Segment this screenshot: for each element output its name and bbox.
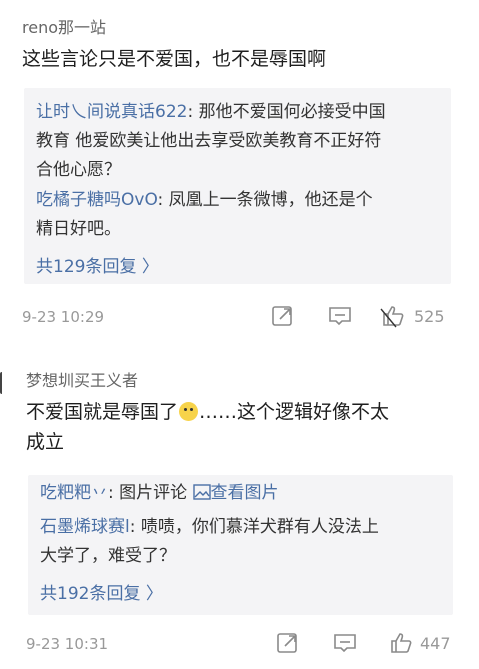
forward-icon[interactable] [270,303,296,329]
reply-item[interactable]: 让时乀间说真话622: 那他不爱国何必接受中国 教育 他爱欧美让他出去享受欧美教… [36,98,446,185]
reply-text: 啧啧，你们慕洋犬群有人没法上 [140,517,379,537]
reply-text: 凤凰上一条微博，他还是个 [168,190,373,210]
more-replies-link[interactable]: 共129条回复 〉 [36,252,159,277]
like-icon[interactable] [388,630,414,656]
reply-username[interactable]: 让时乀间说真话622 [36,102,187,122]
reply-username[interactable]: 吃粑粑丷 [40,483,108,503]
comment-text-part: ……这个逻辑好像不太 [199,401,390,423]
comment-username[interactable]: 梦想圳买王义者 [26,367,138,391]
comment-text: 这些言论只是不爱国，也不是辱国啊 [22,48,327,70]
reply-box: 让时乀间说真话622: 那他不爱国何必接受中国 教育 他爱欧美让他出去享受欧美教… [24,88,451,284]
comment-1: reno那一站 这些言论只是不爱国，也不是辱国啊 让时乀间说真话622: 那他不… [0,0,479,345]
like-count: 447 [420,634,451,653]
reply-username[interactable]: 吃橘子糖吗OvO [36,190,158,210]
reply-separator: : [129,517,141,537]
reply-text: 精日好吧。 [36,219,121,239]
comment-text: 不爱国就是辱国了 ……这个逻辑好像不太 成立 [26,397,466,457]
forward-icon[interactable] [275,630,301,656]
reply-separator: : [157,190,169,210]
reply-username[interactable]: 石墨烯球赛l [40,517,130,537]
view-image-link[interactable]: 查看图片 [192,483,279,503]
comment-timestamp: 9-23 10:29 [22,308,105,326]
reply-separator: : [108,483,120,503]
reply-separator: : [187,102,199,122]
reply-text: 教育 他爱欧美让他出去享受欧美教育不正好符 [36,131,382,151]
reply-text: 那他不爱国何必接受中国 [198,102,386,122]
reply-item[interactable]: 石墨烯球赛l: 啧啧，你们慕洋犬群有人没法上 大学了，难受了？ [40,513,450,571]
comment-text-part: 不爱国就是辱国了 [26,401,179,423]
like-icon[interactable] [378,303,408,329]
like-count: 525 [414,307,445,326]
comment-icon[interactable] [327,303,353,329]
reply-text: 图片评论 [119,483,188,503]
reply-item[interactable]: 吃粑粑丷: 图片评论 查看图片 [40,479,450,508]
reply-box: 吃粑粑丷: 图片评论 查看图片 石墨烯球赛l: 啧啧，你们慕洋犬群有人没法上 大… [28,475,453,615]
reply-item[interactable]: 吃橘子糖吗OvO: 凤凰上一条微博，他还是个 精日好吧。 [36,186,446,244]
reply-text: 合他心愿？ [36,160,121,180]
reply-text: 大学了，难受了？ [40,546,176,566]
comment-text-part: 成立 [26,431,65,453]
more-replies-link[interactable]: 共192条回复 〉 [40,579,163,604]
image-icon [192,484,211,500]
smile-emoji-icon [179,402,199,421]
comment-icon[interactable] [332,630,358,656]
comment-username[interactable]: reno那一站 [22,14,106,38]
comment-2: 梦想圳买王义者 不爱国就是辱国了 ……这个逻辑好像不太 成立 吃粑粑丷: 图片评论… [0,345,479,669]
comment-timestamp: 9-23 10:31 [26,635,109,653]
view-image-label[interactable]: 查看图片 [211,483,279,503]
